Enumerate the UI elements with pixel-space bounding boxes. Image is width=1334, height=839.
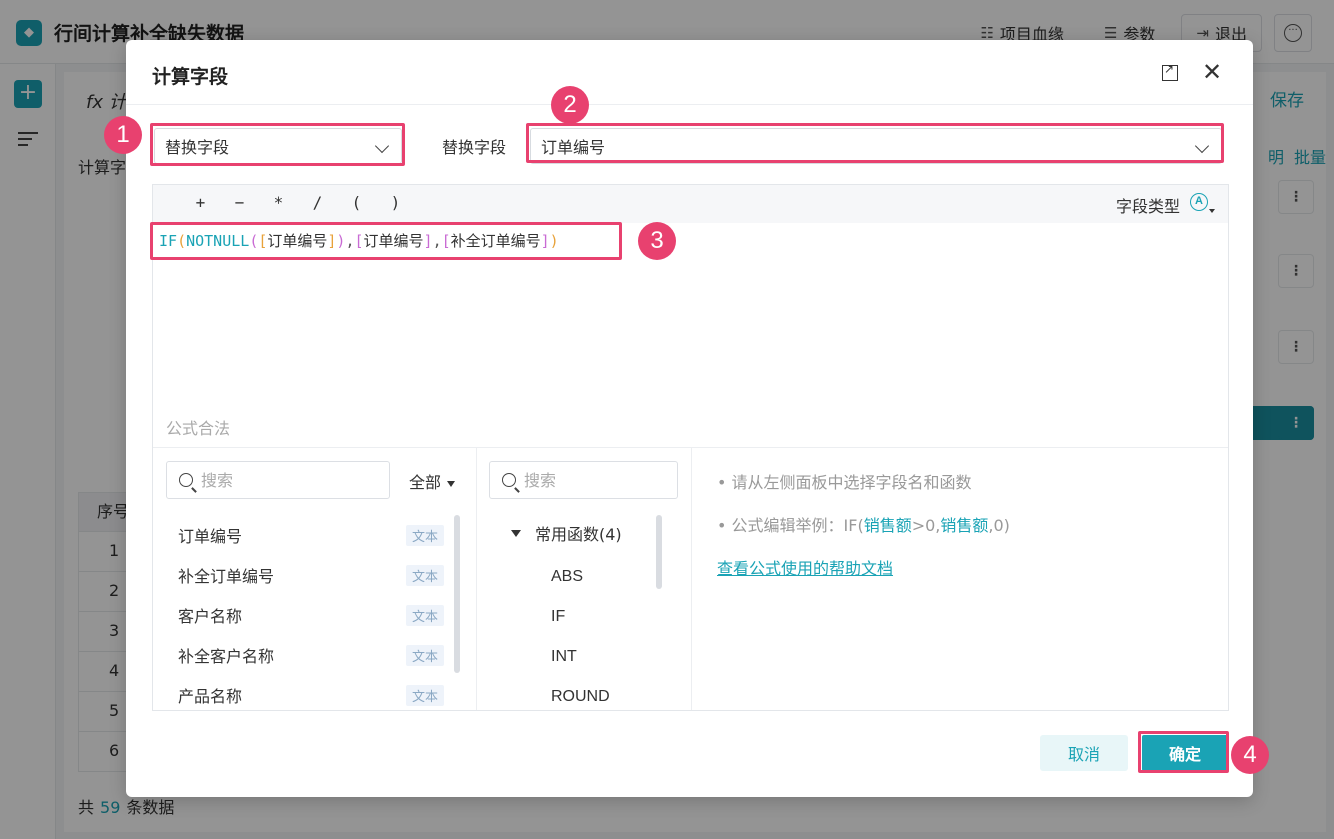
field-search-input[interactable] bbox=[201, 470, 351, 490]
mode-select[interactable]: 替换字段 bbox=[154, 128, 402, 164]
chevron-down-icon bbox=[374, 138, 390, 154]
caret-down-icon bbox=[511, 529, 521, 537]
operator-buttons: + − * / ( ) bbox=[181, 193, 415, 212]
field-type-icon[interactable]: A bbox=[1190, 193, 1215, 213]
step-badge: 2 bbox=[551, 86, 589, 124]
field-list-scrollbar[interactable] bbox=[454, 515, 460, 673]
formula-status: 公式合法 bbox=[166, 419, 231, 438]
confirm-button[interactable]: 确定 bbox=[1142, 735, 1228, 771]
target-field-label: 替换字段 bbox=[442, 138, 507, 157]
target-field-select[interactable]: 订单编号 bbox=[530, 128, 1222, 164]
field-list: 订单编号 文本 补全订单编号 文本 客户名称 文本 补全客户名称 文本 产品名称… bbox=[166, 515, 456, 715]
dialog-title: 计算字段 bbox=[152, 66, 229, 88]
help-panel: • 请从左侧面板中选择字段名和函数 • 公式编辑举例：IF(销售额>0,销售额,… bbox=[717, 469, 1217, 579]
list-item[interactable]: 补全订单编号 文本 bbox=[166, 555, 456, 595]
field-type-filter[interactable]: 全部 bbox=[409, 469, 455, 493]
formula-input[interactable]: IF(NOTNULL([订单编号]),[订单编号],[补全订单编号]) bbox=[159, 230, 559, 251]
expand-icon[interactable] bbox=[1162, 62, 1178, 81]
list-item[interactable]: ROUND bbox=[551, 677, 610, 710]
panel-divider bbox=[476, 448, 477, 710]
field-type-label: 字段类型 bbox=[1115, 197, 1180, 216]
function-group[interactable]: 常用函数(4) bbox=[511, 521, 622, 545]
hint-select: • 请从左侧面板中选择字段名和函数 bbox=[717, 473, 972, 492]
close-icon[interactable]: ✕ bbox=[1202, 58, 1222, 86]
type-badge: 文本 bbox=[405, 644, 444, 666]
help-doc-link[interactable]: 查看公式使用的帮助文档 bbox=[717, 555, 1217, 579]
minus-button[interactable]: − bbox=[220, 193, 259, 212]
list-item[interactable]: 产品名称 文本 bbox=[166, 675, 456, 715]
chevron-down-icon bbox=[1194, 138, 1210, 154]
dialog-divider bbox=[126, 104, 1253, 105]
list-item[interactable]: 补全客户名称 文本 bbox=[166, 635, 456, 675]
plus-button[interactable]: + bbox=[181, 193, 220, 212]
step-badge: 1 bbox=[104, 116, 142, 154]
function-list-scrollbar[interactable] bbox=[656, 515, 662, 589]
formula-editor: + − * / ( ) 字段类型 A IF(NOTNULL([订单编号]),[订… bbox=[152, 184, 1229, 711]
step-badge: 4 bbox=[1231, 736, 1269, 774]
list-item[interactable]: 订单编号 文本 bbox=[166, 515, 456, 555]
search-icon bbox=[179, 473, 193, 487]
multiply-button[interactable]: * bbox=[259, 193, 298, 212]
hint-example: • 公式编辑举例：IF(销售额>0,销售额,0) bbox=[717, 516, 1010, 535]
function-search[interactable] bbox=[489, 461, 678, 499]
function-list-viewport: ABS IF INT ROUND bbox=[491, 557, 651, 710]
list-item[interactable]: IF bbox=[551, 597, 610, 637]
type-badge: 文本 bbox=[405, 524, 444, 546]
search-icon bbox=[502, 473, 516, 487]
list-item[interactable]: 客户名称 文本 bbox=[166, 595, 456, 635]
panel-divider bbox=[691, 448, 692, 710]
close-paren-button[interactable]: ) bbox=[376, 193, 415, 212]
type-badge: 文本 bbox=[405, 684, 444, 706]
type-badge: 文本 bbox=[405, 604, 444, 626]
operator-toolbar: + − * / ( ) 字段类型 A bbox=[153, 185, 1228, 223]
calc-field-dialog: 计算字段 ✕ 替换字段 替换字段 订单编号 + − * / ( ) 字段类型 A… bbox=[126, 40, 1253, 797]
cancel-button[interactable]: 取消 bbox=[1040, 735, 1128, 771]
type-badge: 文本 bbox=[405, 564, 444, 586]
field-search[interactable] bbox=[166, 461, 390, 499]
open-paren-button[interactable]: ( bbox=[337, 193, 376, 212]
list-item[interactable]: INT bbox=[551, 637, 610, 677]
step-badge: 3 bbox=[638, 222, 676, 260]
function-search-input[interactable] bbox=[524, 470, 674, 490]
divide-button[interactable]: / bbox=[298, 193, 337, 212]
list-item[interactable]: ABS bbox=[551, 557, 610, 597]
